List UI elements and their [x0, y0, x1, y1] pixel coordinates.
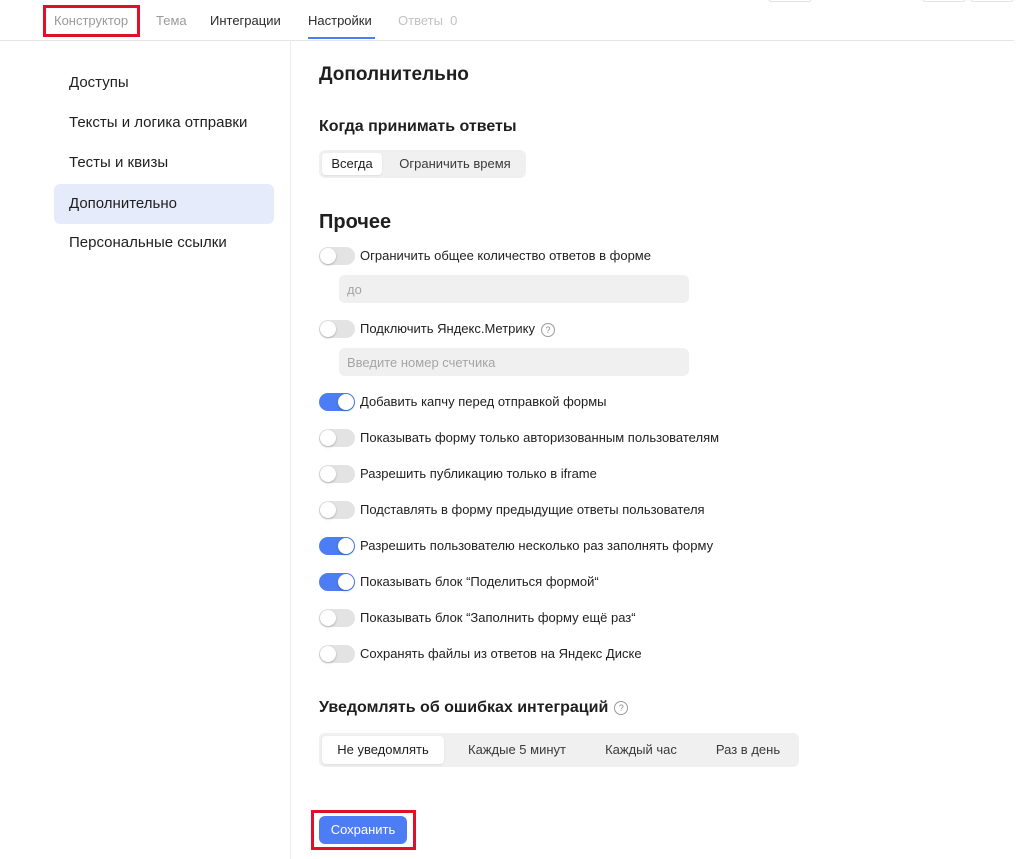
tab-theme[interactable]: Тема	[156, 13, 187, 29]
toggle-label: Сохранять файлы из ответов на Яндекс Дис…	[360, 646, 642, 661]
sidebar-item-texts-logic[interactable]: Тексты и логика отправки	[54, 103, 274, 143]
toolbar-button[interactable]	[970, 0, 1014, 2]
toggle-knob	[338, 538, 354, 554]
accept-option-always[interactable]: Всегда	[322, 153, 382, 175]
sidebar-item-additional[interactable]: Дополнительно	[54, 184, 274, 224]
sidebar-item-personal-links[interactable]: Персональные ссылки	[54, 223, 274, 263]
save-button[interactable]: Сохранить	[319, 816, 407, 844]
toggle-switch[interactable]	[319, 501, 355, 519]
sidebar-item-access[interactable]: Доступы	[54, 63, 274, 103]
tab-answers[interactable]: Ответы 0	[398, 13, 457, 29]
page-title: Дополнительно	[319, 64, 469, 85]
toggle-switch[interactable]	[319, 573, 355, 591]
metrika-counter-input[interactable]	[339, 348, 689, 376]
notify-heading-text: Уведомлять об ошибках интеграций	[319, 699, 609, 716]
toggle-knob	[320, 502, 336, 518]
accept-segmented-control: Всегда Ограничить время	[319, 150, 526, 178]
accept-option-limit-time[interactable]: Ограничить время	[389, 153, 521, 175]
toggle-switch[interactable]	[319, 609, 355, 627]
active-tab-indicator	[308, 37, 375, 39]
toggle-knob	[338, 394, 354, 410]
toggle-knob	[320, 248, 336, 264]
sidebar-divider	[290, 40, 291, 859]
toggle-label: Подставлять в форму предыдущие ответы по…	[360, 502, 705, 517]
toggle-label: Разрешить публикацию только в iframe	[360, 466, 597, 481]
notify-segmented-control: Не уведомлять Каждые 5 минут Каждый час …	[319, 733, 799, 767]
toggle-switch[interactable]	[319, 537, 355, 555]
help-icon[interactable]: ?	[614, 700, 629, 715]
toggle-label: Показывать блок “Поделиться формой“	[360, 574, 599, 589]
help-icon[interactable]: ?	[541, 322, 556, 337]
toolbar-button[interactable]	[922, 0, 966, 2]
notify-option-5min[interactable]: Каждые 5 минут	[455, 736, 579, 764]
toggle-switch[interactable]	[319, 393, 355, 411]
toggle-label: Подключить Яндекс.Метрику?	[360, 321, 556, 337]
toggle-switch[interactable]	[319, 247, 355, 265]
tab-integrations[interactable]: Интеграции	[210, 13, 281, 29]
toggle-knob	[338, 574, 354, 590]
toggle-knob	[320, 610, 336, 626]
notify-option-daily[interactable]: Раз в день	[703, 736, 793, 764]
toggle-label: Добавить капчу перед отправкой формы	[360, 394, 607, 409]
top-tab-bar: Конструктор Тема Интеграции Настройки От…	[0, 0, 1014, 41]
limit-answers-input[interactable]	[339, 275, 689, 303]
toggle-knob	[320, 430, 336, 446]
notify-heading: Уведомлять об ошибках интеграций?	[319, 699, 629, 717]
toggle-label: Показывать форму только авторизованным п…	[360, 430, 720, 445]
accept-heading: Когда принимать ответы	[319, 118, 517, 135]
toggle-label: Ограничить общее количество ответов в фо…	[360, 248, 651, 263]
toggle-knob	[320, 321, 336, 337]
toggle-label: Разрешить пользователю несколько раз зап…	[360, 538, 714, 553]
toolbar-button[interactable]	[768, 0, 812, 2]
toggle-switch[interactable]	[319, 320, 355, 338]
toggle-knob	[320, 646, 336, 662]
tab-settings[interactable]: Настройки	[308, 13, 372, 29]
tab-answers-count: 0	[450, 13, 458, 28]
notify-option-hourly[interactable]: Каждый час	[591, 736, 691, 764]
notify-option-never[interactable]: Не уведомлять	[322, 736, 444, 764]
other-heading: Прочее	[319, 211, 392, 233]
toggle-switch[interactable]	[319, 645, 355, 663]
tab-answers-label: Ответы	[398, 13, 443, 28]
sidebar-item-tests-quizzes[interactable]: Тесты и квизы	[54, 143, 274, 183]
toggle-switch[interactable]	[319, 429, 355, 447]
toggle-knob	[320, 466, 336, 482]
metrika-label: Подключить Яндекс.Метрику	[360, 321, 536, 336]
highlight-frame	[43, 5, 140, 37]
toggle-label: Показывать блок “Заполнить форму ещё раз…	[360, 610, 636, 625]
toggle-switch[interactable]	[319, 465, 355, 483]
